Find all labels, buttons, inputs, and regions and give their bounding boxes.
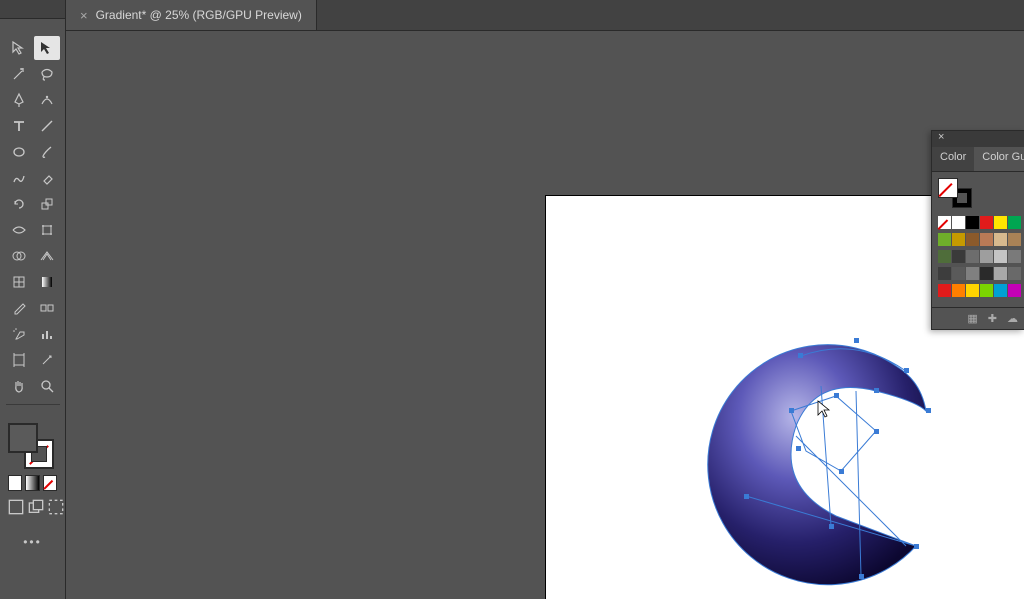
draw-behind[interactable]: [28, 499, 44, 515]
swatch[interactable]: [1008, 233, 1021, 246]
swatch[interactable]: [938, 284, 951, 297]
swatch[interactable]: [994, 250, 1007, 263]
tools-panel: •••: [0, 0, 66, 599]
tools-panel-header[interactable]: [0, 0, 65, 19]
swatch[interactable]: [1008, 216, 1021, 229]
canvas[interactable]: [66, 31, 1024, 599]
free-transform-tool[interactable]: [34, 218, 60, 242]
swatch[interactable]: [938, 216, 951, 229]
panel-fill-swatch[interactable]: [938, 178, 958, 198]
document-tab-title: Gradient* @ 25% (RGB/GPU Preview): [96, 8, 302, 22]
color-mode-gradient[interactable]: [25, 475, 39, 491]
tool-grid: [0, 32, 65, 413]
swatch-grid-row5: [938, 284, 1018, 297]
fill-stroke-indicator[interactable]: [8, 423, 54, 469]
swatch[interactable]: [980, 216, 993, 229]
eyedropper-tool[interactable]: [6, 296, 32, 320]
swatch[interactable]: [994, 267, 1007, 280]
eraser-tool[interactable]: [34, 166, 60, 190]
swatch[interactable]: [980, 233, 993, 246]
swatch[interactable]: [938, 233, 951, 246]
shaper-tool[interactable]: [6, 166, 32, 190]
color-mode-none[interactable]: [43, 475, 57, 491]
panel-tab-color[interactable]: Color: [932, 147, 974, 171]
swatch-grid-row3: [938, 250, 1018, 263]
paintbrush-tool[interactable]: [34, 140, 60, 164]
panel-tab-color-guide[interactable]: Color Guide: [974, 147, 1024, 171]
artwork-crescent[interactable]: [646, 296, 966, 599]
swatch[interactable]: [1008, 267, 1021, 280]
artboard-tool[interactable]: [6, 348, 32, 372]
swatch[interactable]: [938, 250, 951, 263]
swatch-grid-row2: [938, 233, 1018, 246]
blend-tool[interactable]: [34, 296, 60, 320]
width-tool[interactable]: [6, 218, 32, 242]
swatch[interactable]: [952, 284, 965, 297]
swatch[interactable]: [952, 233, 965, 246]
edit-toolbar-button[interactable]: •••: [21, 535, 45, 549]
panel-body: [932, 172, 1024, 307]
perspective-grid-tool[interactable]: [34, 244, 60, 268]
swatch[interactable]: [980, 267, 993, 280]
swatch[interactable]: [966, 250, 979, 263]
hand-tool[interactable]: [6, 374, 32, 398]
draw-normal[interactable]: [8, 499, 24, 515]
color-mode-row: [0, 475, 65, 497]
type-tool[interactable]: [6, 114, 32, 138]
pen-tool[interactable]: [6, 88, 32, 112]
swatch[interactable]: [966, 284, 979, 297]
curvature-tool[interactable]: [34, 88, 60, 112]
swatch[interactable]: [994, 216, 1007, 229]
ellipse-tool[interactable]: [6, 140, 32, 164]
zoom-tool[interactable]: [34, 374, 60, 398]
fill-swatch[interactable]: [8, 423, 38, 453]
scale-tool[interactable]: [34, 192, 60, 216]
shape-builder-tool[interactable]: [6, 244, 32, 268]
swatch[interactable]: [994, 233, 1007, 246]
main-area: × Gradient* @ 25% (RGB/GPU Preview): [66, 0, 1024, 599]
swatch-options-icon[interactable]: ▦: [967, 312, 977, 325]
new-swatch-icon[interactable]: ✚: [988, 312, 997, 325]
swatch[interactable]: [980, 250, 993, 263]
symbol-sprayer-tool[interactable]: [6, 322, 32, 346]
panel-close-button[interactable]: ×: [932, 131, 1024, 147]
swatch[interactable]: [952, 216, 965, 229]
selection-tool[interactable]: [6, 36, 32, 60]
document-tab[interactable]: × Gradient* @ 25% (RGB/GPU Preview): [66, 0, 317, 30]
swatch[interactable]: [1008, 250, 1021, 263]
swatch[interactable]: [966, 216, 979, 229]
app-root: ••• × Gradient* @ 25% (RGB/GPU Preview): [0, 0, 1024, 599]
close-icon[interactable]: ×: [80, 8, 88, 23]
draw-inside[interactable]: [48, 499, 64, 515]
line-segment-tool[interactable]: [34, 114, 60, 138]
swatch[interactable]: [966, 267, 979, 280]
panel-footer: ▦ ✚ ☁: [932, 307, 1024, 329]
lasso-tool[interactable]: [34, 62, 60, 86]
column-graph-tool[interactable]: [34, 322, 60, 346]
swatch[interactable]: [1008, 284, 1021, 297]
slice-tool[interactable]: [34, 348, 60, 372]
swatch[interactable]: [938, 267, 951, 280]
swatch[interactable]: [952, 250, 965, 263]
swatch[interactable]: [966, 233, 979, 246]
document-tabbar: × Gradient* @ 25% (RGB/GPU Preview): [66, 0, 1024, 31]
draw-mode-row: [0, 497, 65, 517]
magic-wand-tool[interactable]: [6, 62, 32, 86]
panel-fill-stroke[interactable]: [938, 178, 972, 208]
swatch[interactable]: [980, 284, 993, 297]
color-panel[interactable]: × Color Color Guide ▦ ✚ ☁: [931, 130, 1024, 330]
panel-tabs: Color Color Guide: [932, 147, 1024, 172]
swatch[interactable]: [952, 267, 965, 280]
rotate-tool[interactable]: [6, 192, 32, 216]
swatch[interactable]: [994, 284, 1007, 297]
color-mode-solid[interactable]: [8, 475, 22, 491]
mesh-tool[interactable]: [6, 270, 32, 294]
swatch-grid-row1: [938, 216, 1018, 229]
delete-swatch-icon[interactable]: ☁: [1007, 312, 1018, 325]
gradient-tool[interactable]: [34, 270, 60, 294]
direct-selection-tool[interactable]: [34, 36, 60, 60]
swatch-grid-row4: [938, 267, 1018, 280]
